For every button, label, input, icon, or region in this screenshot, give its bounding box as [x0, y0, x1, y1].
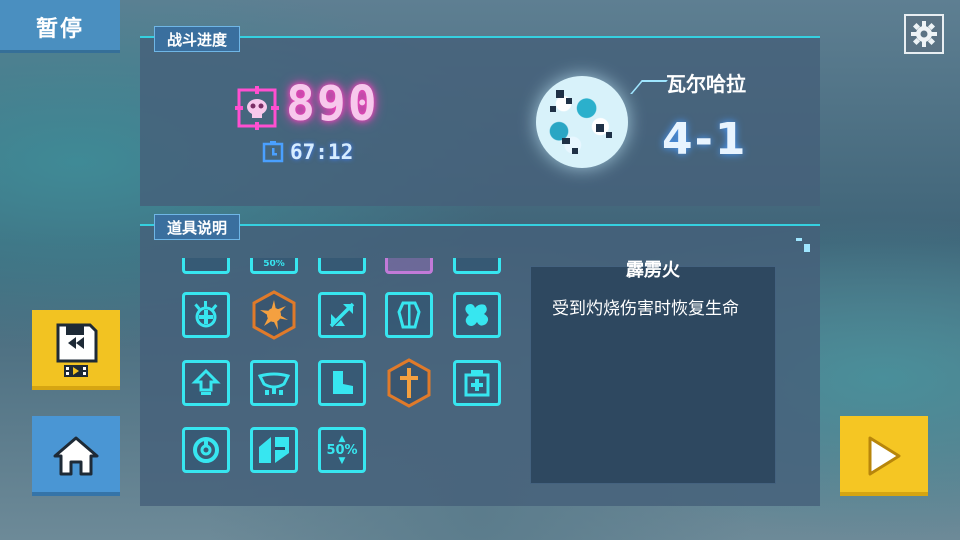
boot-icon — [333, 371, 353, 394]
score-skull-icon — [235, 86, 279, 130]
timer-icon — [262, 141, 284, 163]
home-button[interactable] — [32, 416, 120, 496]
battle-progress-panel: 战斗进度 890 67:12 瓦尔哈拉 4-1 — [140, 26, 820, 206]
level-number: 4-1 — [662, 114, 748, 165]
home-icon — [53, 436, 99, 476]
item-split-blocks[interactable] — [250, 427, 298, 473]
item-ring[interactable] — [182, 427, 230, 473]
item-name: 霹雳火 — [626, 260, 680, 281]
resume-button[interactable] — [840, 416, 928, 496]
item-boot[interactable] — [318, 360, 366, 406]
spiky-target-icon — [194, 301, 218, 328]
item-description-box: 霹雳火 受到灼烧伤害时恢复生命 — [530, 260, 776, 484]
up-arrow-icon — [191, 368, 221, 395]
item-up-arrow[interactable] — [182, 360, 230, 406]
zone-pointer — [630, 80, 668, 94]
splat-icon — [465, 304, 489, 326]
rewind-save-icon — [56, 323, 98, 377]
gear-icon — [911, 21, 937, 47]
hex-sword-icon — [387, 358, 431, 408]
arrow-burst-icon — [329, 302, 355, 328]
coffin-icon — [397, 301, 421, 329]
item-percent-full-label: 50% — [326, 442, 358, 458]
item-partial-5[interactable] — [453, 258, 501, 274]
item-percent-full[interactable]: ▲ 50% ▼ — [318, 427, 366, 473]
item-bowl[interactable] — [250, 360, 298, 406]
battle-progress-label: 战斗进度 — [154, 26, 241, 52]
hex-burst-icon — [252, 290, 296, 340]
percent-full-icon: ▲ 50% ▼ — [326, 433, 358, 466]
bowl-icon — [257, 372, 291, 395]
item-medkit[interactable] — [453, 360, 501, 406]
panel-divider — [140, 224, 820, 226]
item-splat[interactable] — [453, 292, 501, 338]
item-hex-burst[interactable] — [250, 290, 298, 340]
planet-icon — [536, 76, 628, 168]
item-description: 受到灼烧伤害时恢复生命 — [552, 299, 739, 319]
play-icon — [868, 436, 901, 476]
item-info-panel: 道具说明 50% ▲ 50% ▼ 霹雳火 受到灼烧伤害时恢复生命 — [140, 214, 820, 506]
score-value: 890 — [286, 76, 379, 132]
zone-name: 瓦尔哈拉 — [666, 72, 746, 96]
item-coffin[interactable] — [385, 292, 433, 338]
item-percent-partial[interactable]: 50% — [250, 258, 298, 274]
item-percent-partial-label: 50% — [263, 260, 285, 269]
item-info-label: 道具说明 — [154, 214, 241, 240]
corner-bracket-icon — [796, 238, 810, 252]
item-spiky-target[interactable] — [182, 292, 230, 338]
ring-icon — [193, 437, 219, 463]
item-arrow-burst[interactable] — [318, 292, 366, 338]
settings-button[interactable] — [904, 14, 944, 54]
split-blocks-icon — [259, 437, 289, 463]
panel-divider — [140, 36, 820, 38]
item-partial-3[interactable] — [318, 258, 366, 274]
medkit-icon — [464, 370, 490, 397]
time-row: 67:12 — [262, 140, 353, 164]
item-hex-sword[interactable] — [385, 358, 433, 408]
pause-title: 暂停 — [0, 0, 120, 53]
item-selected-partial[interactable] — [385, 258, 433, 274]
rewind-save-button[interactable] — [32, 310, 120, 390]
time-value: 67:12 — [290, 140, 354, 164]
item-partial-1[interactable] — [182, 258, 230, 274]
